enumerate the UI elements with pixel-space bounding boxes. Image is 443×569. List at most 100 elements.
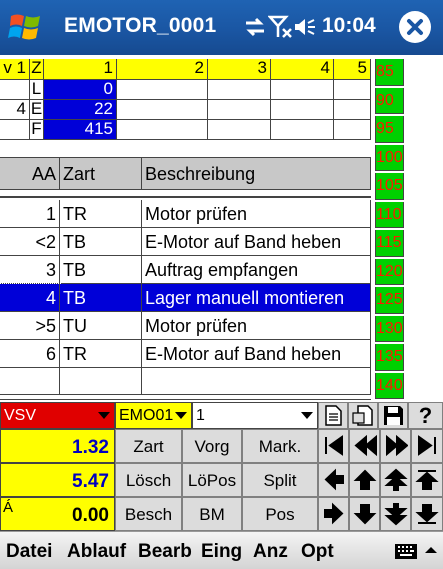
empty-cell[interactable] — [142, 368, 371, 395]
table-cell-desc[interactable]: Auftrag empfangen — [142, 256, 371, 284]
table-cell-desc[interactable]: Lager manuell montieren — [142, 284, 371, 312]
signal-off-icon[interactable] — [268, 14, 294, 40]
value-field-2[interactable]: 5.47 — [0, 463, 115, 497]
grid-cell[interactable] — [208, 100, 271, 120]
first-button[interactable] — [318, 429, 349, 463]
grid-cell[interactable] — [117, 100, 208, 120]
table-cell-aa[interactable]: 6 — [0, 340, 60, 368]
bm-button[interactable]: BM — [182, 497, 242, 531]
app-title: EMOTOR_0001 — [64, 14, 217, 37]
loesch-button[interactable]: Lösch — [115, 463, 182, 497]
table-cell-desc[interactable]: E-Motor auf Band heben — [142, 340, 371, 368]
sync-icon[interactable] — [242, 14, 268, 40]
table-cell-zart[interactable]: TB — [60, 284, 142, 312]
table-cell-desc[interactable]: E-Motor auf Band heben — [142, 228, 371, 256]
top-button[interactable] — [411, 463, 443, 497]
column-header-aa[interactable]: AA — [0, 158, 60, 190]
table-cell-zart[interactable]: TR — [60, 340, 142, 368]
right-arrow-button[interactable] — [318, 497, 349, 531]
table-cell-aa[interactable]: 3 — [0, 256, 60, 284]
empty-cell[interactable] — [60, 368, 142, 395]
value-field-1[interactable]: 1.32 — [0, 429, 115, 463]
speaker-icon[interactable] — [292, 14, 318, 40]
column-header-2[interactable]: 2 — [117, 59, 208, 80]
column-header-4[interactable]: 4 — [271, 59, 334, 80]
page-up-icon — [384, 468, 408, 491]
table-cell-zart[interactable]: TB — [60, 256, 142, 284]
column-header-zart[interactable]: Zart — [60, 158, 142, 190]
column-header-beschreibung[interactable]: Beschreibung — [142, 158, 371, 190]
value-field-3[interactable]: Á 0.00 — [0, 497, 115, 531]
help-button[interactable]: ? — [408, 402, 443, 429]
document-button[interactable] — [318, 402, 348, 429]
save-button[interactable] — [378, 402, 408, 429]
table-cell-aa[interactable]: <2 — [0, 228, 60, 256]
table-cell-aa[interactable]: 1 — [0, 200, 60, 228]
number-select[interactable]: 1 — [192, 402, 318, 429]
grid-cell[interactable] — [208, 120, 271, 140]
menu-anz[interactable]: Anz — [253, 541, 288, 563]
last-button[interactable] — [411, 429, 443, 463]
page-up-button[interactable] — [380, 463, 411, 497]
close-icon[interactable] — [399, 11, 431, 43]
table-cell-zart[interactable]: TR — [60, 200, 142, 228]
table-cell-zart[interactable]: TU — [60, 312, 142, 340]
row-number: 4 — [0, 100, 30, 120]
up-arrow-button[interactable] — [349, 463, 380, 497]
fast-forward-icon — [386, 434, 408, 457]
split-button[interactable]: Split — [242, 463, 318, 497]
row-number — [0, 80, 30, 100]
menu-eing[interactable]: Eing — [201, 541, 242, 563]
grid-cell[interactable] — [334, 120, 371, 140]
loepos-button[interactable]: LöPos — [182, 463, 242, 497]
pos-button[interactable]: Pos — [242, 497, 318, 531]
grid-cell[interactable] — [334, 100, 371, 120]
table-bottom-border — [0, 395, 371, 400]
bottom-button[interactable] — [411, 497, 443, 531]
table-cell-zart[interactable]: TB — [60, 228, 142, 256]
vsv-select[interactable]: VSV — [0, 402, 115, 429]
menu-ablauf[interactable]: Ablauf — [67, 541, 126, 563]
empty-cell[interactable] — [0, 368, 60, 395]
chevron-up-icon[interactable] — [424, 544, 438, 556]
table-cell-aa[interactable]: 4 — [0, 283, 61, 313]
grid-cell[interactable] — [271, 120, 334, 140]
scale-label: 135 — [375, 344, 404, 371]
zart-button[interactable]: Zart — [115, 429, 182, 463]
grid-cell[interactable] — [334, 80, 371, 100]
besch-button[interactable]: Besch — [115, 497, 182, 531]
first-icon — [325, 435, 343, 456]
vorg-button[interactable]: Vorg — [182, 429, 242, 463]
column-header-1[interactable]: 1 — [44, 59, 117, 80]
scale-label: 130 — [375, 315, 404, 342]
table-cell-desc[interactable]: Motor prüfen — [142, 200, 371, 228]
column-header-5[interactable]: 5 — [334, 59, 371, 80]
left-arrow-button[interactable] — [318, 463, 349, 497]
grid-cell[interactable] — [271, 80, 334, 100]
column-header-3[interactable]: 3 — [208, 59, 271, 80]
emo-select[interactable]: EMO01 — [115, 402, 192, 429]
menu-bar: Datei Ablauf Bearb Eing Anz Opt — [0, 531, 443, 569]
menu-opt[interactable]: Opt — [301, 541, 334, 563]
fast-back-button[interactable] — [349, 429, 380, 463]
grid-value-cell[interactable]: 22 — [44, 100, 117, 120]
table-cell-aa[interactable]: >5 — [0, 312, 60, 340]
grid-value-cell[interactable]: 415 — [44, 120, 117, 140]
keyboard-icon[interactable] — [394, 541, 418, 561]
fast-forward-button[interactable] — [380, 429, 411, 463]
menu-bearb[interactable]: Bearb — [138, 541, 192, 563]
grid-cell[interactable] — [117, 80, 208, 100]
windows-start-icon[interactable] — [8, 10, 44, 46]
table-cell-desc[interactable]: Motor prüfen — [142, 312, 371, 340]
version-header: v 1 — [0, 59, 30, 80]
down-arrow-button[interactable] — [349, 497, 380, 531]
page-down-button[interactable] — [380, 497, 411, 531]
mark-button[interactable]: Mark. — [242, 429, 318, 463]
scale-label: 105 — [375, 173, 404, 200]
menu-datei[interactable]: Datei — [6, 541, 52, 563]
grid-cell[interactable] — [208, 80, 271, 100]
grid-cell[interactable] — [271, 100, 334, 120]
open-document-button[interactable] — [348, 402, 378, 429]
grid-cell[interactable] — [117, 120, 208, 140]
grid-value-cell[interactable]: 0 — [44, 80, 117, 100]
